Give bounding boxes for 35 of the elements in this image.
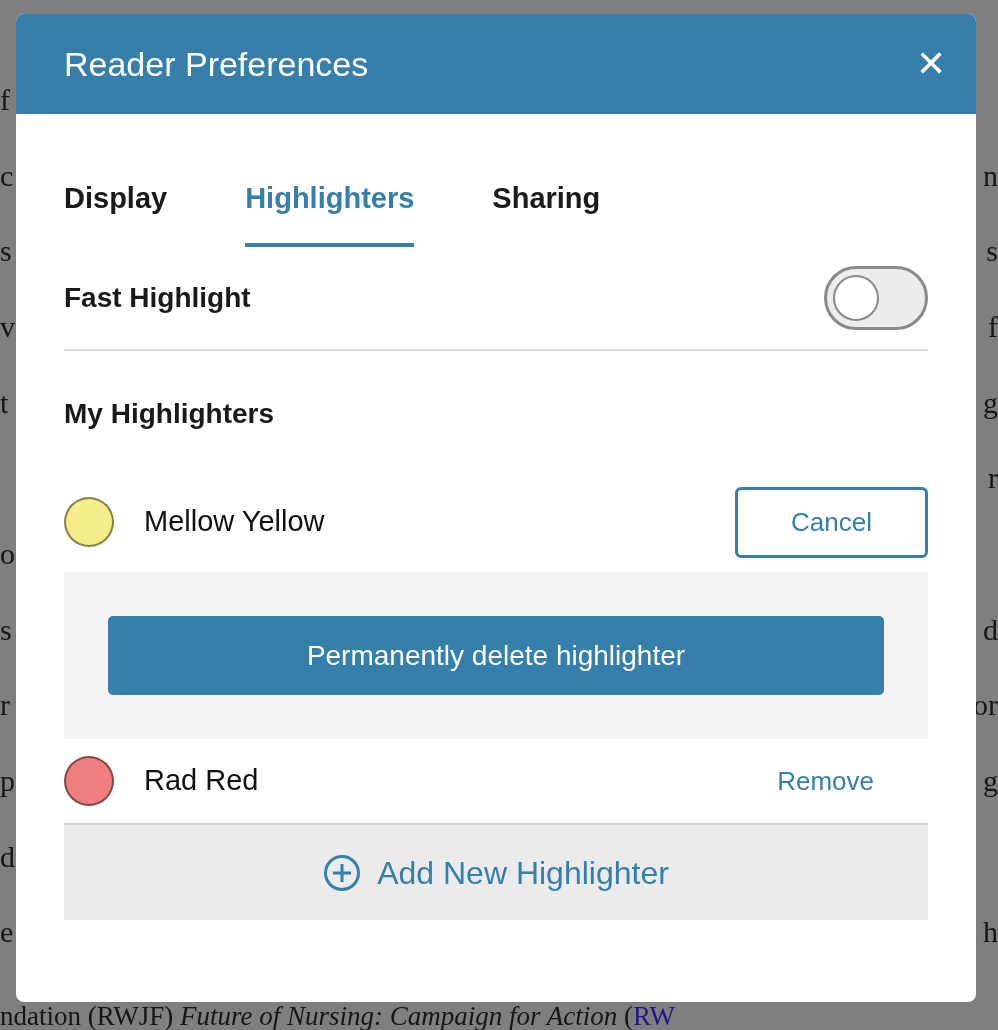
page-text-fragment: f xyxy=(988,311,998,342)
page-text-fragment: d xyxy=(983,614,998,645)
highlighter-name: Mellow Yellow xyxy=(144,504,326,540)
page-text-fragment: g xyxy=(983,765,998,796)
page-text: ndation (RWJF) Future of Nursing: Campaign for Action ( xyxy=(0,1003,633,1030)
cancel-button[interactable]: Cancel xyxy=(735,486,928,558)
remove-link[interactable]: Remove xyxy=(777,761,874,801)
page-text-fragment: p xyxy=(0,765,15,796)
page-text-fragment: f xyxy=(0,84,10,115)
page-text-fragment: v xyxy=(0,311,15,342)
page-text-fragment: g xyxy=(983,387,998,418)
page-text-fragment: c xyxy=(0,160,14,191)
highlighter-name: Rad Red xyxy=(144,763,260,799)
page-text-fragment: t xyxy=(0,387,9,418)
dialog-title: Reader Preferences xyxy=(64,43,369,85)
tab[interactable]: Display xyxy=(64,168,168,247)
page-text-fragment: n xyxy=(983,160,998,191)
close-button[interactable]: ✕ xyxy=(916,46,946,82)
page-text-fragment: o xyxy=(0,538,15,569)
page-text-fragment: h xyxy=(983,917,998,948)
page-text-fragment: s xyxy=(0,236,12,267)
section-heading: My Highlighters xyxy=(64,397,274,431)
tab[interactable]: Highlighters xyxy=(245,168,415,247)
plus-circle-icon xyxy=(323,853,362,892)
page-link[interactable]: RW xyxy=(633,1003,676,1030)
page-text-fragment: s xyxy=(0,614,12,645)
page-text-fragment: r xyxy=(0,690,10,721)
tab[interactable]: Sharing xyxy=(492,168,601,247)
delete-button[interactable]: Permanently delete highlighter xyxy=(108,616,884,695)
setting-label: Fast Highlight xyxy=(64,281,251,315)
add-highlighter-button[interactable]: Add New Highlighter xyxy=(64,823,928,920)
page-text-fragment: r xyxy=(988,463,998,494)
page-text-fragment: s xyxy=(986,236,998,267)
page-text-fragment: e xyxy=(0,917,14,948)
page-text-fragment: d xyxy=(0,841,15,872)
